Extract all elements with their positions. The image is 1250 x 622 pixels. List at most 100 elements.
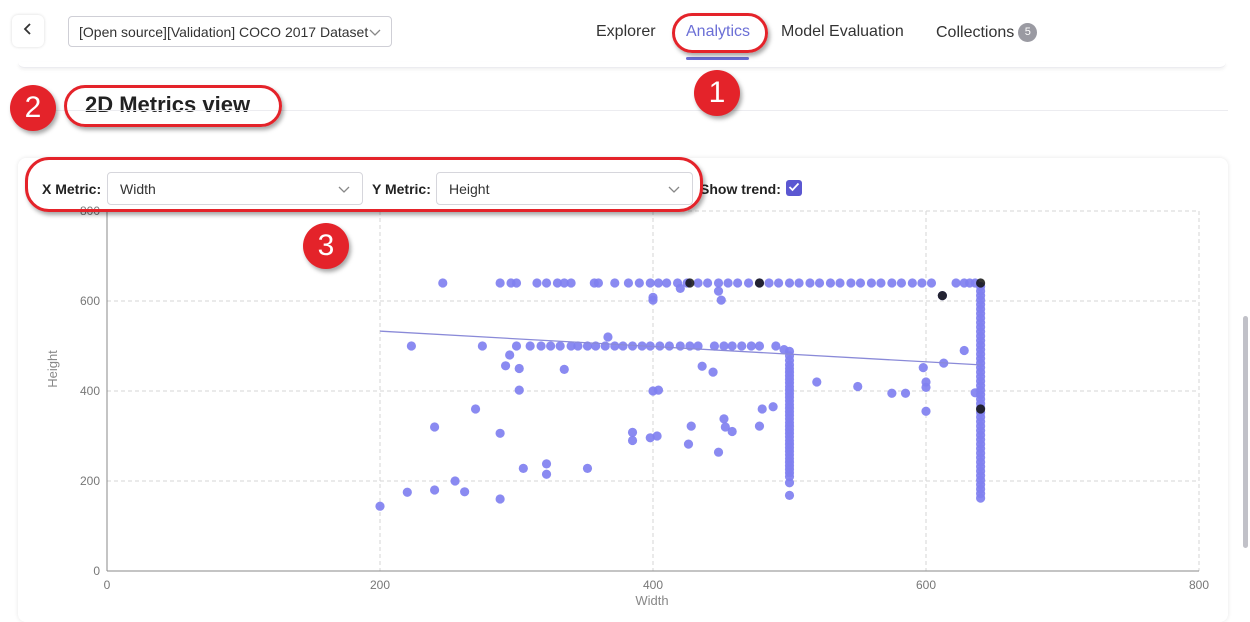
annotation-marker-3: 3 (303, 223, 349, 269)
data-point (546, 341, 556, 351)
data-point (610, 278, 620, 288)
annotation-highlight-section-title (64, 85, 282, 127)
data-point (634, 278, 644, 288)
y-tick-label: 600 (80, 294, 100, 308)
data-point (495, 428, 505, 438)
data-point (514, 385, 524, 395)
data-point (460, 487, 470, 497)
data-point (970, 388, 980, 398)
data-point (697, 361, 707, 371)
data-point (655, 341, 665, 351)
data-point (593, 278, 604, 288)
data-point-highlighted (976, 404, 986, 414)
data-point (375, 501, 385, 511)
data-point (887, 388, 897, 398)
data-point (794, 278, 804, 288)
data-point (743, 278, 754, 288)
annotation-highlight-analytics-tab (672, 13, 768, 53)
data-point (683, 439, 694, 449)
y-axis-label: Height (45, 350, 60, 388)
data-point (835, 278, 845, 288)
data-point (784, 278, 795, 288)
data-point (907, 278, 917, 288)
data-point (719, 414, 729, 424)
data-point (541, 278, 552, 288)
data-point (784, 490, 795, 500)
data-point (773, 278, 784, 288)
data-point (662, 278, 672, 288)
annotation-highlight-metric-controls (25, 157, 703, 212)
data-point (951, 278, 961, 288)
data-point (737, 341, 747, 351)
data-point (900, 388, 911, 398)
x-tick-label: 0 (104, 578, 111, 592)
data-point (723, 278, 733, 288)
annotation-marker-1: 1 (694, 70, 740, 116)
data-point (566, 278, 576, 288)
data-point (406, 341, 416, 351)
data-point (887, 278, 897, 288)
x-tick-label: 400 (643, 578, 663, 592)
vertical-scrollbar[interactable] (1243, 316, 1248, 548)
data-point-highlighted (976, 278, 986, 288)
data-point (430, 485, 440, 495)
data-point (896, 278, 907, 288)
data-point (727, 426, 737, 437)
data-point (653, 385, 664, 395)
data-point (645, 278, 655, 288)
data-point (618, 341, 628, 351)
data-point (853, 381, 863, 392)
data-point (675, 341, 685, 351)
data-point (518, 463, 528, 473)
x-axis-label: Width (635, 593, 668, 608)
data-point (846, 278, 856, 288)
trend-line (379, 330, 981, 366)
data-point (754, 341, 765, 351)
data-point (603, 332, 613, 342)
data-point (610, 341, 620, 351)
data-point (771, 341, 781, 351)
data-point (716, 295, 726, 305)
data-point (959, 345, 969, 356)
data-point (703, 278, 713, 288)
data-point (555, 341, 565, 351)
data-point (719, 341, 729, 351)
data-point (495, 278, 505, 288)
y-tick-label: 400 (80, 384, 100, 398)
data-point (495, 494, 505, 504)
data-point (921, 406, 931, 416)
data-point (825, 278, 836, 288)
data-point (627, 435, 638, 446)
data-point (757, 404, 767, 414)
data-point (814, 278, 825, 288)
data-point (511, 278, 522, 288)
data-point (918, 363, 928, 373)
data-point (708, 367, 718, 377)
data-point (693, 278, 703, 288)
data-point (532, 278, 542, 288)
data-point (477, 341, 487, 351)
data-point (525, 341, 535, 351)
data-point (541, 469, 552, 479)
data-point (784, 478, 795, 488)
data-point (926, 278, 937, 288)
data-point (559, 364, 569, 374)
data-point (976, 493, 986, 503)
data-point (713, 278, 724, 288)
data-point (438, 278, 448, 288)
data-point (805, 278, 815, 288)
data-point (686, 421, 696, 431)
data-point (876, 278, 886, 288)
y-tick-label: 0 (93, 564, 100, 578)
data-point (653, 278, 664, 288)
data-point (627, 427, 638, 437)
data-point (514, 363, 524, 374)
data-point (500, 361, 511, 371)
data-point (536, 341, 546, 351)
data-point (648, 295, 658, 305)
data-point-highlighted (754, 278, 765, 288)
x-tick-label: 800 (1189, 578, 1209, 592)
data-point (450, 476, 460, 486)
data-point (713, 286, 724, 296)
data-point (754, 421, 765, 431)
